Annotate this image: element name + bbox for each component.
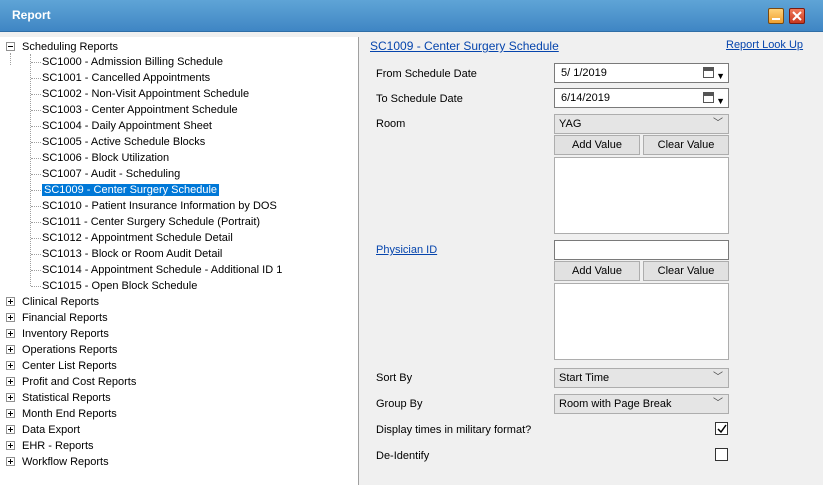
tree-item-report[interactable]: SC1001 - Cancelled Appointments xyxy=(42,70,210,86)
tree-group-label: Workflow Reports xyxy=(22,456,109,468)
report-parameters-panel: SC1009 - Center Surgery Schedule Report … xyxy=(360,37,823,485)
chevron-down-icon: ﹀ xyxy=(713,398,723,409)
physician-id-input[interactable] xyxy=(554,240,729,260)
expand-icon[interactable] xyxy=(6,377,15,386)
window-title: Report xyxy=(12,8,51,22)
tree-item-label: SC1003 - Center Appointment Schedule xyxy=(42,104,238,116)
tree-item-report[interactable]: SC1010 - Patient Insurance Information b… xyxy=(42,198,277,214)
tree-group-label: Financial Reports xyxy=(22,312,108,324)
close-icon xyxy=(792,11,802,21)
tree-item-label: SC1014 - Appointment Schedule - Addition… xyxy=(42,264,283,276)
tree-item-report[interactable]: SC1013 - Block or Room Audit Detail xyxy=(42,246,222,262)
expand-icon[interactable] xyxy=(6,425,15,434)
title-bar: Report xyxy=(0,0,823,32)
tree-item-label: SC1007 - Audit - Scheduling xyxy=(42,168,181,180)
calendar-icon[interactable] xyxy=(703,92,714,103)
expand-icon[interactable] xyxy=(6,345,15,354)
tree-group-label: Center List Reports xyxy=(22,360,117,372)
tree-item-report[interactable]: SC1014 - Appointment Schedule - Addition… xyxy=(42,262,282,278)
tree-item-label: SC1000 - Admission Billing Schedule xyxy=(42,56,223,68)
sort-by-value: Start Time xyxy=(559,372,610,384)
tree-item-report[interactable]: SC1006 - Block Utilization xyxy=(42,150,169,166)
de-identify-checkbox[interactable] xyxy=(715,448,728,461)
report-title-link[interactable]: SC1009 - Center Surgery Schedule xyxy=(370,39,559,53)
tree-group-label: Profit and Cost Reports xyxy=(22,376,137,388)
room-add-value-button[interactable]: Add Value xyxy=(554,135,640,155)
sort-by-label: Sort By xyxy=(376,372,413,384)
expand-icon[interactable] xyxy=(6,313,15,322)
tree-group-label: Clinical Reports xyxy=(22,296,100,308)
tree-item-report[interactable]: SC1015 - Open Block Schedule xyxy=(42,278,197,294)
tree-item-report[interactable]: SC1007 - Audit - Scheduling xyxy=(42,166,180,182)
physician-clear-value-button[interactable]: Clear Value xyxy=(643,261,729,281)
room-values-list[interactable] xyxy=(554,157,729,234)
tree-item-label: SC1002 - Non-Visit Appointment Schedule xyxy=(42,88,250,100)
group-by-select[interactable]: Room with Page Break ﹀ xyxy=(554,394,729,414)
chevron-down-icon[interactable]: ▼ xyxy=(716,92,725,110)
from-date-label: From Schedule Date xyxy=(376,68,477,80)
to-date-label: To Schedule Date xyxy=(376,93,463,105)
tree-item-label: SC1006 - Block Utilization xyxy=(42,152,170,164)
room-value: YAG xyxy=(559,118,582,130)
report-lookup-link[interactable]: Report Look Up xyxy=(726,39,803,51)
tree-group-label: EHR - Reports xyxy=(22,440,94,452)
close-button[interactable] xyxy=(789,8,805,24)
de-identify-label: De-Identify xyxy=(376,450,430,462)
tree-item-report[interactable]: SC1004 - Daily Appointment Sheet xyxy=(42,118,212,134)
tree-group-label: Statistical Reports xyxy=(22,392,111,404)
group-by-label: Group By xyxy=(376,398,423,410)
expand-icon[interactable] xyxy=(6,361,15,370)
tree-item-label: SC1013 - Block or Room Audit Detail xyxy=(42,248,223,260)
tree-item-report[interactable]: SC1012 - Appointment Schedule Detail xyxy=(42,230,233,246)
chevron-down-icon[interactable]: ▼ xyxy=(716,67,725,85)
tree-group-label: Month End Reports xyxy=(22,408,117,420)
from-date-value: 5/ 1/2019 xyxy=(561,67,607,79)
tree-item-label: SC1004 - Daily Appointment Sheet xyxy=(42,120,212,132)
military-format-checkbox[interactable] xyxy=(715,422,728,435)
sort-by-select[interactable]: Start Time ﹀ xyxy=(554,368,729,388)
tree-item-label: SC1011 - Center Surgery Schedule (Portra… xyxy=(42,216,261,228)
minimize-button[interactable] xyxy=(768,8,784,24)
expand-icon[interactable] xyxy=(6,409,15,418)
expand-icon[interactable] xyxy=(6,457,15,466)
military-format-label: Display times in military format? xyxy=(376,424,532,436)
calendar-icon[interactable] xyxy=(703,67,714,78)
physician-values-list[interactable] xyxy=(554,283,729,360)
tree-item-label: SC1015 - Open Block Schedule xyxy=(42,280,198,292)
expand-icon[interactable] xyxy=(6,393,15,402)
from-date-field[interactable]: 5/ 1/2019 ▼ xyxy=(554,63,729,83)
to-date-value: 6/14/2019 xyxy=(561,92,610,104)
chevron-down-icon: ﹀ xyxy=(713,372,723,383)
tree-item-label: SC1005 - Active Schedule Blocks xyxy=(42,136,206,148)
tree-node-label: Scheduling Reports xyxy=(22,41,119,53)
tree-item-report[interactable]: SC1011 - Center Surgery Schedule (Portra… xyxy=(42,214,260,230)
room-clear-value-button[interactable]: Clear Value xyxy=(643,135,729,155)
tree-item-label: SC1012 - Appointment Schedule Detail xyxy=(42,232,233,244)
report-tree[interactable]: Scheduling Reports SC1000 - Admission Bi… xyxy=(0,37,359,485)
physician-add-value-button[interactable]: Add Value xyxy=(554,261,640,281)
tree-group-label: Operations Reports xyxy=(22,344,118,356)
physician-id-link[interactable]: Physician ID xyxy=(376,244,437,256)
tree-group-label: Inventory Reports xyxy=(22,328,109,340)
chevron-down-icon: ﹀ xyxy=(713,118,723,129)
tree-item-report[interactable]: SC1000 - Admission Billing Schedule xyxy=(42,54,223,70)
tree-item-label: SC1010 - Patient Insurance Information b… xyxy=(42,200,277,212)
room-select[interactable]: YAG ﹀ xyxy=(554,114,729,134)
to-date-field[interactable]: 6/14/2019 ▼ xyxy=(554,88,729,108)
collapse-icon[interactable] xyxy=(6,42,15,51)
tree-item-label: SC1009 - Center Surgery Schedule xyxy=(42,184,220,196)
expand-icon[interactable] xyxy=(6,441,15,450)
tree-group-label: Data Export xyxy=(22,424,81,436)
room-label: Room xyxy=(376,118,406,130)
expand-icon[interactable] xyxy=(6,297,15,306)
tree-item-report[interactable]: SC1003 - Center Appointment Schedule xyxy=(42,102,238,118)
checkmark-icon xyxy=(717,424,727,434)
tree-item-label: SC1001 - Cancelled Appointments xyxy=(42,72,211,84)
tree-item-report[interactable]: SC1005 - Active Schedule Blocks xyxy=(42,134,205,150)
tree-item-report[interactable]: SC1009 - Center Surgery Schedule xyxy=(42,182,220,198)
expand-icon[interactable] xyxy=(6,329,15,338)
group-by-value: Room with Page Break xyxy=(559,398,672,410)
tree-item-report[interactable]: SC1002 - Non-Visit Appointment Schedule xyxy=(42,86,249,102)
